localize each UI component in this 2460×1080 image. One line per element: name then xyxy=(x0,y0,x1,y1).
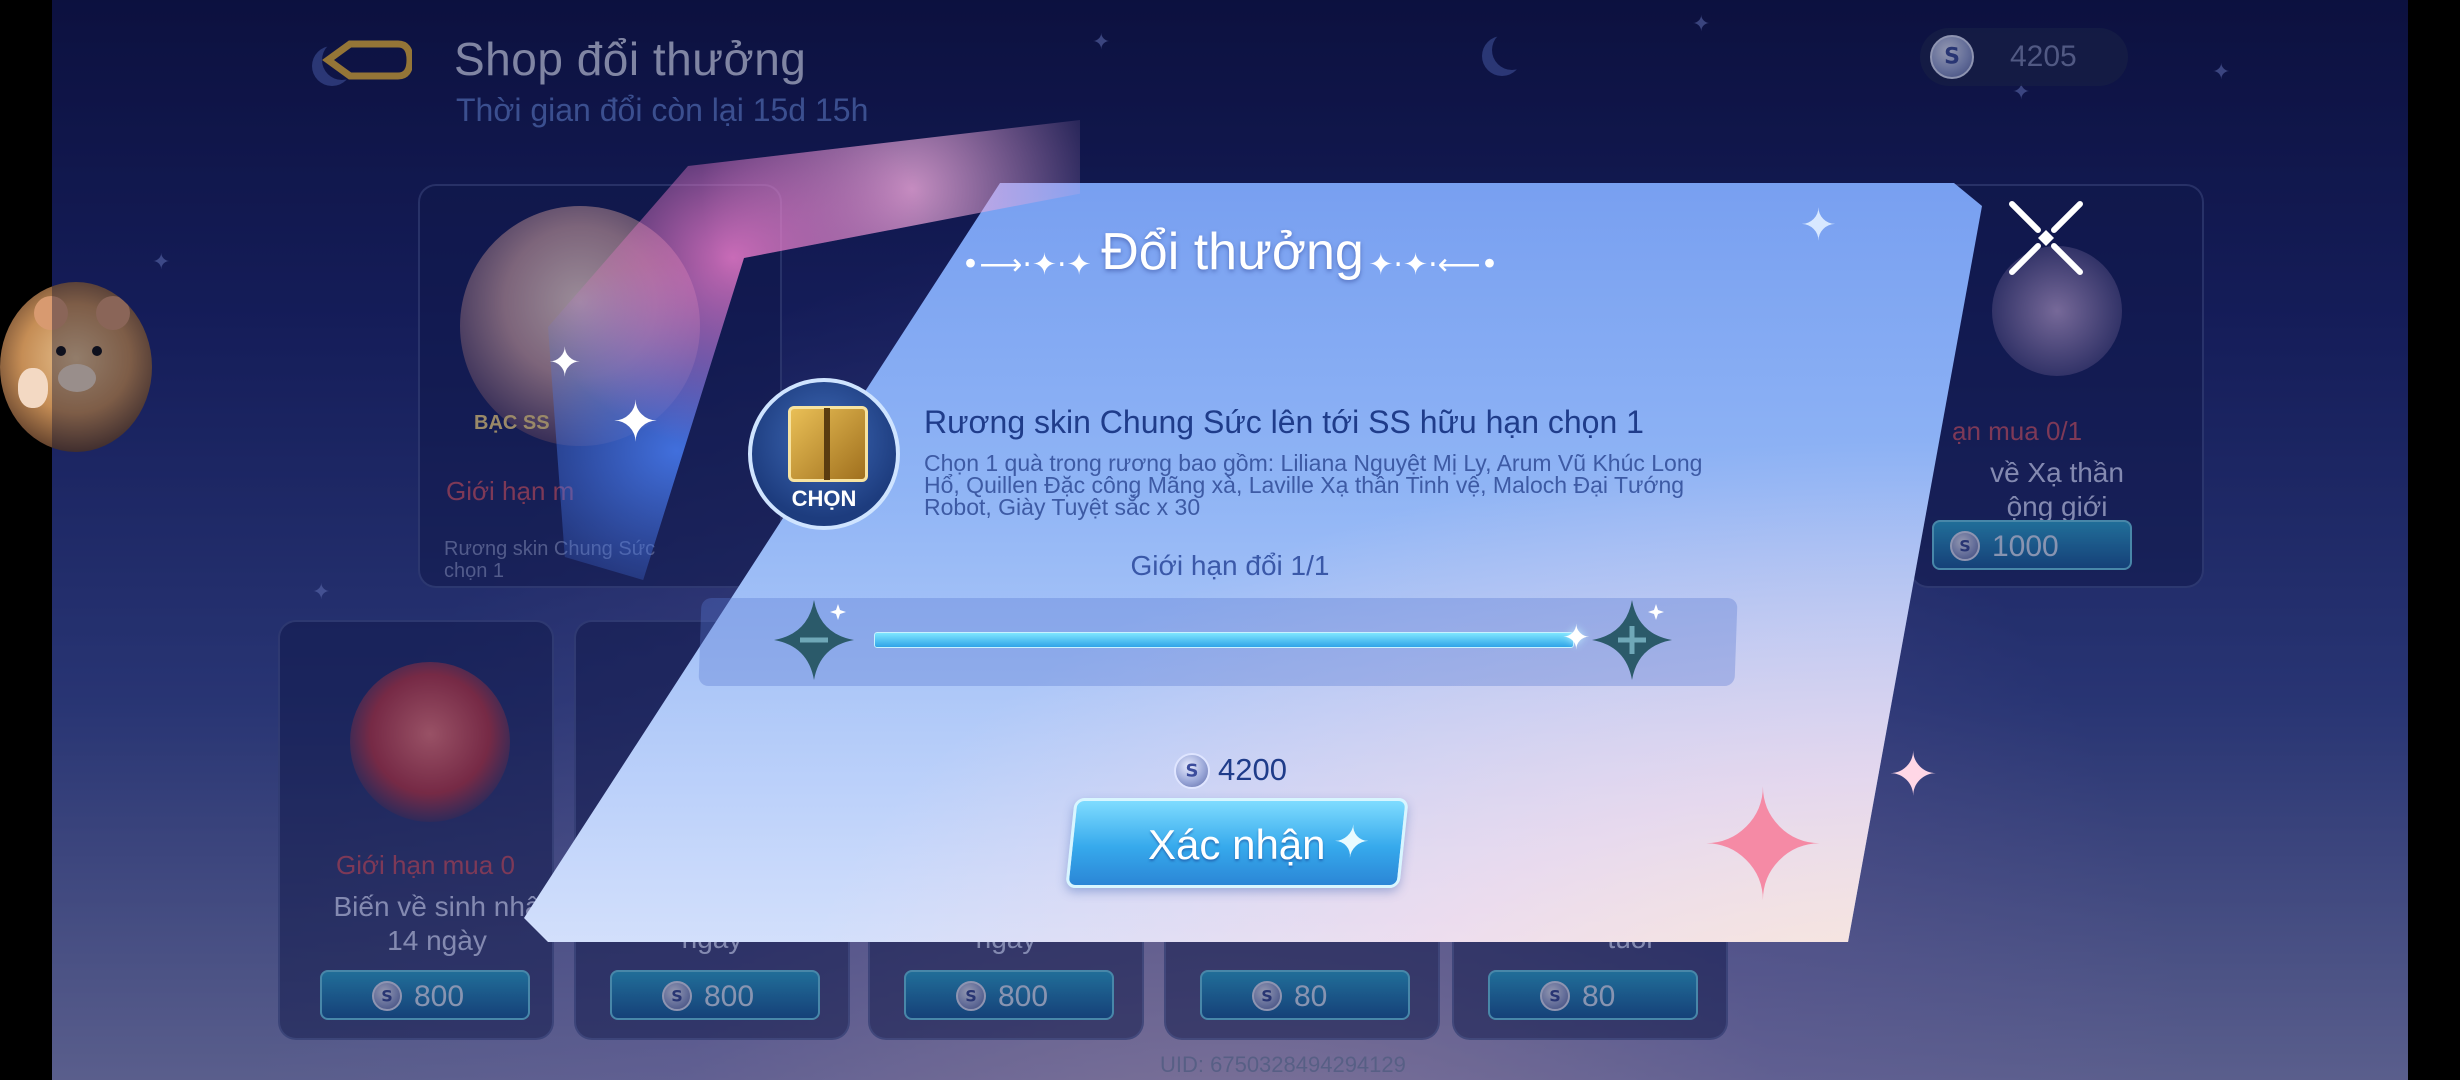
reward-chest-icon: CHỌN xyxy=(748,378,900,530)
reward-name: Rương skin Chung Sức lên tới SS hữu hạn … xyxy=(924,404,1644,440)
close-icon[interactable] xyxy=(2008,200,2084,276)
avatar-paw xyxy=(18,368,48,408)
dialog-header: •⟶·✦·✦ Đổi thưởng ✦·✦·⟵• xyxy=(0,222,2460,282)
sparkle-decoration: ✦ xyxy=(1700,760,1826,934)
exchange-limit: Giới hạn đổi 1/1 xyxy=(1130,550,1330,581)
sparkle-decoration: ✦ xyxy=(548,340,582,386)
plus-icon[interactable] xyxy=(1590,598,1674,682)
sparkle-decoration: ✦ xyxy=(612,390,659,455)
title-decoration-left: •⟶·✦·✦ xyxy=(961,247,1102,283)
quantity-slider-fill xyxy=(874,632,1574,648)
coin-icon xyxy=(1174,753,1210,789)
sparkle-decoration: ✦ xyxy=(1888,740,1939,810)
minus-icon[interactable] xyxy=(772,598,856,682)
confirm-button-label: Xác nhận xyxy=(1148,821,1326,868)
title-decoration-right: ✦·✦·⟵• xyxy=(1368,247,1499,283)
dialog-title: Đổi thưởng xyxy=(1101,223,1364,281)
chest-strap xyxy=(824,408,830,480)
quantity-slider[interactable] xyxy=(874,618,1591,658)
confirm-button[interactable]: ✦ Xác nhận xyxy=(1065,798,1409,888)
reward-icon-label: CHỌN xyxy=(791,486,857,511)
reward-description: Chọn 1 quà trong rương bao gồm: Liliana … xyxy=(924,450,1703,520)
cost-value: 4200 xyxy=(1218,752,1287,787)
